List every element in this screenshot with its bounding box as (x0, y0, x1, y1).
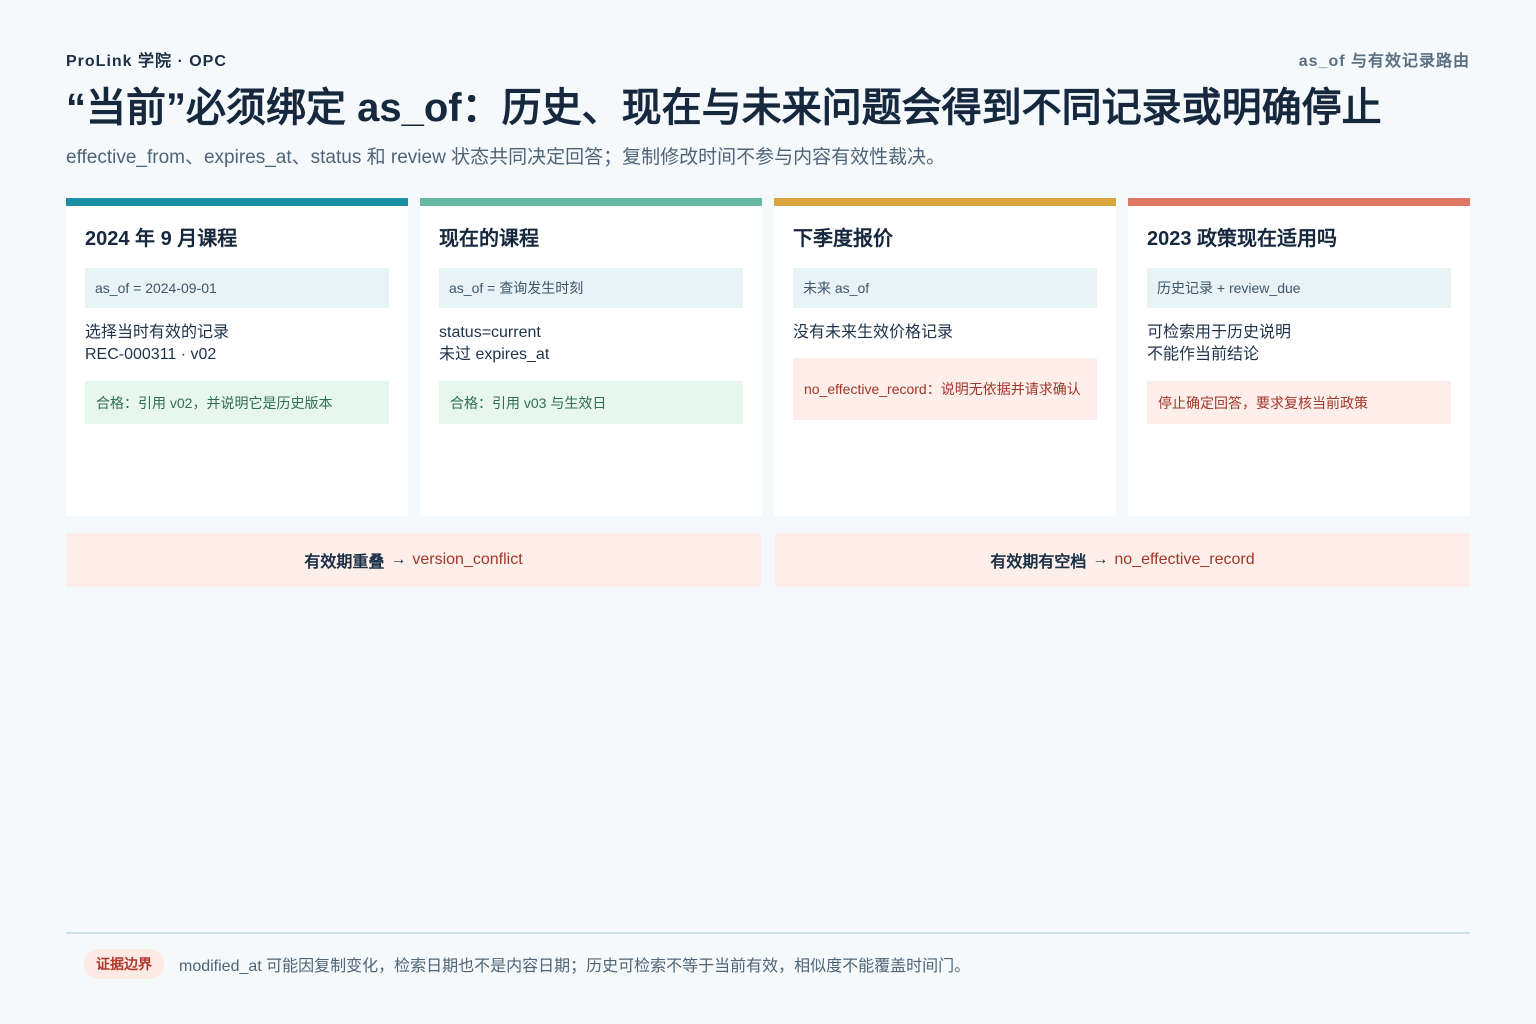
rule-bar: 有效期重叠 → version_conflict 有效期有空档 → no_eff… (66, 533, 1470, 587)
card-desc-line: 选择当时有效的记录 (85, 324, 230, 341)
topic-label: as_of 与有效记录路由 (1298, 53, 1470, 70)
rule-code: version_conflict (412, 551, 523, 568)
page-title: “当前”必须绑定 as_of：历史、现在与未来问题会得到不同记录或明确停止 (66, 86, 1382, 130)
card-condition: as_of = 2024-09-01 (85, 268, 389, 308)
card-condition: 未来 as_of (793, 268, 1097, 308)
card-description: 选择当时有效的记录 REC-000311 · v02 (85, 322, 389, 366)
card-history-course: 2024 年 9 月课程 as_of = 2024-09-01 选择当时有效的记… (66, 198, 408, 516)
page: ProLink 学院 · OPC as_of 与有效记录路由 “当前”必须绑定 … (0, 0, 1536, 1024)
card-result: no_effective_record：说明无依据并请求确认 (793, 358, 1097, 420)
card-desc-line: 未过 expires_at (439, 346, 550, 363)
card-2023-policy: 2023 政策现在适用吗 历史记录 + review_due 可检索用于历史说明… (1128, 198, 1470, 516)
card-desc-line: status=current (439, 324, 541, 341)
footer-divider (66, 932, 1470, 934)
brand-label: ProLink 学院 · OPC (66, 53, 227, 70)
header-top: ProLink 学院 · OPC as_of 与有效记录路由 (66, 49, 1470, 70)
card-description: 没有未来生效价格记录 (793, 322, 1097, 344)
scenario-cards: 2024 年 9 月课程 as_of = 2024-09-01 选择当时有效的记… (66, 198, 1470, 516)
card-desc-line: REC-000311 · v02 (85, 346, 217, 363)
card-title: 2023 政策现在适用吗 (1147, 228, 1338, 250)
card-title: 2024 年 9 月课程 (85, 228, 238, 250)
rule-gap: 有效期有空档 → no_effective_record (775, 533, 1470, 587)
card-condition: 历史记录 + review_due (1147, 268, 1451, 308)
rule-overlap: 有效期重叠 → version_conflict (66, 533, 761, 587)
card-current-course: 现在的课程 as_of = 查询发生时刻 status=current 未过 e… (420, 198, 762, 516)
card-result: 停止确定回答，要求复核当前政策 (1147, 381, 1451, 424)
rule-name: 有效期重叠 (304, 554, 385, 571)
footer: 证据边界 modified_at 可能因复制变化，检索日期也不是内容日期；历史可… (84, 948, 970, 980)
card-title: 现在的课程 (439, 228, 539, 250)
card-desc-line: 不能作当前结论 (1147, 346, 1260, 363)
page-subtitle: effective_from、expires_at、status 和 revie… (66, 147, 946, 168)
card-next-quarter-quote: 下季度报价 未来 as_of 没有未来生效价格记录 no_effective_r… (774, 198, 1116, 516)
card-description: 可检索用于历史说明 不能作当前结论 (1147, 322, 1451, 366)
card-result: 合格：引用 v02，并说明它是历史版本 (85, 381, 389, 424)
card-description: status=current 未过 expires_at (439, 322, 743, 366)
card-title: 下季度报价 (793, 228, 893, 250)
rule-code: no_effective_record (1114, 551, 1255, 568)
card-result: 合格：引用 v03 与生效日 (439, 381, 743, 424)
card-desc-line: 可检索用于历史说明 (1147, 324, 1292, 341)
card-desc-line: 没有未来生效价格记录 (793, 324, 954, 341)
evidence-boundary-badge: 证据边界 (84, 949, 164, 979)
rule-name: 有效期有空档 (990, 554, 1087, 571)
arrow-right-icon: → (390, 551, 407, 568)
arrow-right-icon: → (1092, 551, 1109, 568)
footer-note: modified_at 可能因复制变化，检索日期也不是内容日期；历史可检索不等于… (179, 958, 971, 975)
card-condition: as_of = 查询发生时刻 (439, 268, 743, 308)
